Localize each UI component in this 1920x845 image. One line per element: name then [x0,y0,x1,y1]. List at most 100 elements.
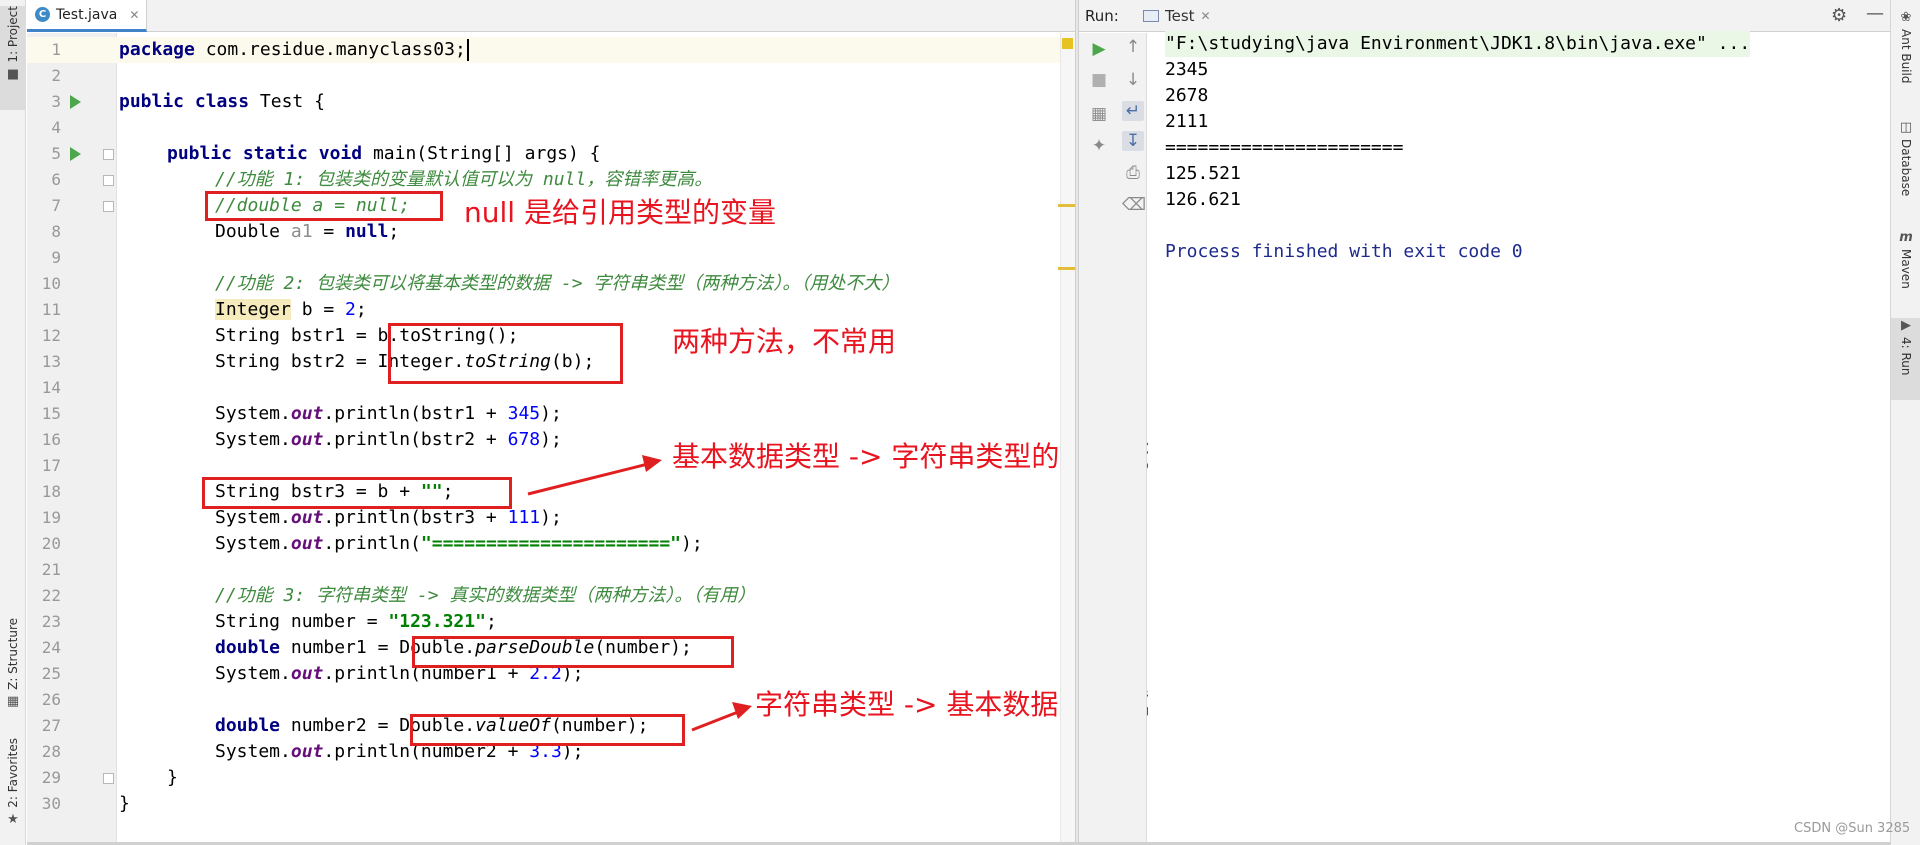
project-tool-tab[interactable]: 1: Project ■ [0,6,26,110]
line-number: 29 [41,768,61,787]
database-tool-tab[interactable]: ◫ Database [1891,120,1920,215]
editor-tab-test-java[interactable]: C Test.java ✕ [27,0,147,32]
favorites-tool-tab[interactable]: 2: Favorites ★ [0,738,26,842]
code-token: out [290,403,324,424]
trash-icon[interactable]: ⌫ [1122,195,1146,215]
code-token: Integer [215,299,291,320]
console-line: 125.521 [1165,163,1241,184]
fold-icon[interactable] [103,149,114,160]
console-line: 2678 [1165,85,1209,106]
warning-marker[interactable] [1058,204,1075,207]
line-number: 6 [51,170,61,189]
structure-tab-label: Z: Structure [6,618,20,690]
up-arrow-icon[interactable]: ↑ [1122,37,1144,57]
code-token: double [215,637,281,658]
run-tab-test[interactable]: Test ✕ [1135,0,1235,32]
code-token: System. [215,403,291,424]
code-token: String [215,325,291,346]
line-number: 16 [41,430,61,449]
code-token: Test { [249,91,325,112]
run-tool-tab[interactable]: ▶ 4: Run [1891,318,1920,400]
structure-icon: ▦ [6,693,20,709]
code-token: out [290,663,324,684]
inspection-status-icon[interactable] [1062,38,1073,49]
rerun-icon[interactable]: ▶ [1088,39,1110,59]
line-number: 7 [51,196,61,215]
database-tab-label: Database [1899,139,1913,197]
console-icon [1143,10,1159,22]
fold-icon[interactable] [103,773,114,784]
run-icon: ▶ [1901,318,1911,333]
code-token: ); [681,533,703,554]
code-token: public [167,143,233,164]
console-exit-message: Process finished with exit code 0 [1165,241,1523,262]
scroll-to-end-icon[interactable]: ↧ [1122,131,1144,151]
code-token: System. [215,663,291,684]
run-class-icon[interactable] [70,95,81,109]
structure-tool-tab[interactable]: Z: Structure ▦ [0,618,26,722]
code-token: System. [215,507,291,528]
line-number: 24 [41,638,61,657]
code-token: null [345,221,389,242]
code-token: 111 [507,507,541,528]
fold-icon[interactable] [103,175,114,186]
gear-icon[interactable]: ⚙ [1831,5,1847,26]
code-token: double [215,715,281,736]
code-token: 345 [507,403,541,424]
editor-scrollbar[interactable] [1060,33,1075,845]
code-token: out [290,507,324,528]
layout-icon[interactable]: ▦ [1088,104,1110,124]
code-token: String [215,351,291,372]
line-number: 8 [51,222,61,241]
annotation-box-double-null [205,191,443,221]
line-number: 18 [41,482,61,501]
warning-marker[interactable] [1058,267,1075,270]
console-line: 2345 [1165,59,1209,80]
code-comment: //功能 1: 包装类的变量默认值可以为 null，容错率更高。 [215,169,713,190]
code-token: package [119,39,195,60]
code-token: .println(bstr1 + [323,403,508,424]
code-token: static [242,143,308,164]
annotation-null-reference: null 是给引用类型的变量 [464,196,776,229]
run-main-icon[interactable] [70,147,81,161]
line-number: 23 [41,612,61,631]
print-icon[interactable]: ⎙ [1122,163,1144,183]
close-icon[interactable]: ✕ [1201,9,1211,23]
line-number: 30 [41,794,61,813]
line-number: 13 [41,352,61,371]
left-tool-strip: 1: Project ■ Z: Structure ▦ 2: Favorites… [0,0,26,845]
text-caret [466,39,469,61]
code-token: .println(bstr3 + [323,507,508,528]
soft-wrap-icon[interactable]: ↵ [1122,101,1144,121]
project-tab-label: 1: Project [6,6,20,63]
fold-icon[interactable] [103,201,114,212]
line-number: 2 [51,66,61,85]
down-arrow-icon[interactable]: ↓ [1122,70,1144,90]
run-tab-side-label: 4: Run [1899,337,1913,376]
code-token: Double [215,221,291,242]
code-token: ; [388,221,400,242]
right-tool-strip: ❀ Ant Build ◫ Database m Maven ▶ 4: Run [1890,0,1920,845]
code-token: ; [355,299,367,320]
code-token: ); [540,403,562,424]
code-token: ; [485,611,497,632]
code-token: .println(bstr2 + [323,429,508,450]
code-line-20: System.out.println("====================… [215,531,703,557]
line-number: 17 [41,456,61,475]
code-token: bstr2 [290,351,346,372]
pin-icon[interactable]: ✦ [1088,136,1110,156]
line-number: 11 [41,300,61,319]
maven-icon: m [1899,230,1913,245]
close-icon[interactable]: ✕ [129,8,139,22]
ant-build-tool-tab[interactable]: ❀ Ant Build [1891,10,1920,105]
minimize-icon[interactable]: — [1866,3,1884,24]
maven-tool-tab[interactable]: m Maven [1891,230,1920,310]
console-command-line: "F:\studying\java Environment\JDK1.8\bin… [1165,31,1751,57]
folder-icon: ■ [6,66,20,82]
code-token: out [290,741,324,762]
code-line-8: Double a1 = null; [215,219,399,245]
maven-tab-label: Maven [1899,249,1913,289]
code-token: "123.321" [388,611,486,632]
stop-icon[interactable]: ■ [1088,70,1110,90]
code-token: System. [215,429,291,450]
